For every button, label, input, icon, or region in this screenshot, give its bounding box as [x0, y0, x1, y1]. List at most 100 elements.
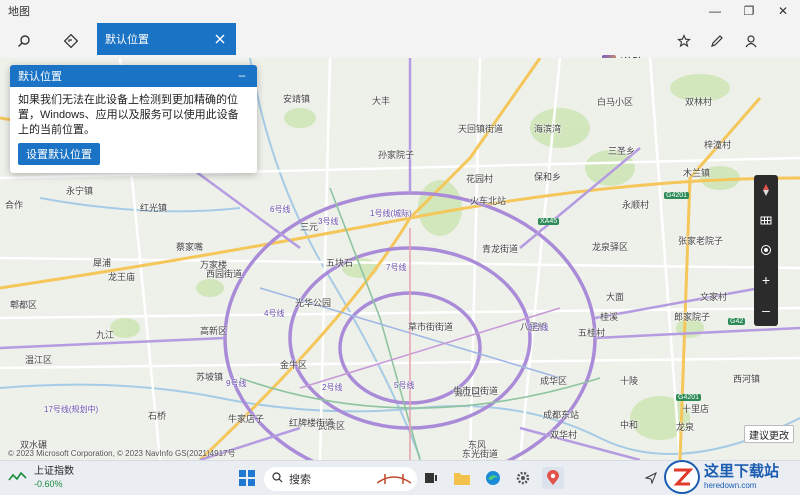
map-label: 青龙街道 [482, 244, 519, 254]
panel-header: 默认位置 – [10, 65, 257, 87]
road-label: 8号线 [528, 323, 549, 332]
copyright-text: © 2023 Microsoft Corporation, © 2023 Nav… [8, 449, 236, 458]
panel-title: 默认位置 [18, 71, 62, 83]
map-label: 五块石 [326, 258, 354, 268]
map-label: 双林村 [685, 97, 713, 107]
map-label: 文家村 [700, 292, 728, 302]
map-label: 红牌楼街道 [289, 418, 335, 428]
suggest-edit-button[interactable]: 建议更改 [744, 425, 794, 443]
directions-icon[interactable] [59, 29, 83, 53]
map-label: 郎家院子 [674, 312, 711, 322]
road-label: 5号线 [394, 381, 415, 390]
map-label: 十陵 [620, 376, 639, 386]
map-label: 花园村 [466, 174, 494, 184]
bridge-illustration-icon [376, 471, 412, 488]
clear-search-icon[interactable] [210, 29, 230, 49]
map-label: 中和 [620, 420, 639, 430]
stock-widget[interactable]: 上证指数 -0.60% [8, 466, 74, 490]
road-label: 4号线 [264, 309, 285, 318]
highway-shield: G4201 [664, 192, 690, 199]
map-label: 双华村 [550, 430, 578, 440]
start-icon[interactable] [236, 467, 258, 489]
map-label: 龙泉 [676, 422, 695, 432]
map-label: 海滨湾 [534, 124, 562, 134]
favorites-icon[interactable] [672, 29, 696, 53]
maps-app-icon[interactable] [542, 467, 564, 489]
stock-chart-icon [8, 470, 28, 487]
window-title: 地图 [8, 6, 30, 18]
edge-icon[interactable] [482, 467, 504, 489]
locate-icon[interactable] [754, 235, 778, 265]
map-label: 天回镇街道 [458, 124, 504, 134]
map-label: 永顺村 [622, 200, 650, 210]
map-label: 桂溪 [600, 312, 619, 322]
map-label: 三圣乡 [608, 146, 636, 156]
map-label: 苏坡镇 [196, 372, 224, 382]
map-label: 金牛区 [280, 360, 308, 370]
collapse-icon[interactable]: – [235, 68, 249, 82]
highway-shield: XA45 [538, 218, 560, 225]
layers-icon[interactable] [754, 205, 778, 235]
compass-icon[interactable] [754, 175, 778, 205]
set-default-location-button[interactable]: 设置默认位置 [18, 143, 100, 165]
search-value: 默认位置 [105, 34, 149, 46]
map-label: 龙泉驿区 [592, 242, 629, 252]
map-label: 木兰镇 [683, 168, 711, 178]
map-label: 成华区 [540, 376, 568, 386]
highway-shield: G4201 [676, 394, 702, 401]
watermark-title: 这里下载站 [704, 462, 780, 480]
map-label: 五桂村 [578, 328, 606, 338]
panel-body: 如果我们无法在此设备上检测到更加精确的位置，Windows、应用以及服务可以使用… [18, 94, 239, 136]
map-label: 温江区 [25, 355, 53, 365]
map-controls: + – [754, 175, 778, 326]
map-label: 草市街街道 [408, 322, 454, 332]
search-box[interactable]: 默认位置 [97, 23, 236, 55]
map-label: 张家老院子 [678, 236, 724, 246]
title-bar: 地图 — ❐ ✕ [0, 0, 800, 22]
map-label: 成都东站 [543, 410, 580, 420]
road-label: 6号线 [270, 205, 291, 214]
map-label: 光华公园 [295, 298, 332, 308]
map-label: 郫都区 [10, 300, 38, 310]
map-label: 高新区 [200, 326, 228, 336]
stock-name: 上证指数 [34, 466, 74, 477]
map-label: 犀浦 [93, 258, 112, 268]
zoom-in-icon[interactable]: + [754, 265, 778, 295]
map-label: 牛市口街道 [453, 386, 499, 396]
window-buttons: — ❐ ✕ [698, 0, 800, 22]
map-label: 西河镇 [733, 374, 761, 384]
settings-icon[interactable] [512, 467, 534, 489]
map-label: 大面 [606, 292, 625, 302]
map-label: 红光镇 [140, 203, 168, 213]
ink-icon[interactable] [705, 29, 729, 53]
map-label: 西园街道 [206, 269, 243, 279]
map-label: 石桥 [148, 411, 167, 421]
user-icon[interactable] [739, 29, 763, 53]
road-label: 2号线 [322, 383, 343, 392]
map-label: 火车北站 [470, 196, 507, 206]
close-window-button[interactable]: ✕ [766, 0, 800, 22]
send-arrow-icon[interactable] [640, 467, 662, 489]
maximize-button[interactable]: ❐ [732, 0, 766, 22]
road-label: 17号线(规划中) [44, 405, 99, 414]
map-label: 保和乡 [534, 172, 562, 182]
zoom-out-icon[interactable]: – [754, 295, 778, 325]
map-label: 蔡家嘴 [176, 242, 204, 252]
taskbar-search[interactable]: 搜索 [264, 467, 417, 491]
task-view-icon[interactable] [420, 467, 442, 489]
minimize-button[interactable]: — [698, 0, 732, 22]
map-label: 牛家店子 [228, 414, 265, 424]
road-label: 3号线 [318, 217, 339, 226]
taskbar-search-placeholder: 搜索 [289, 474, 311, 486]
search-icon[interactable] [12, 29, 36, 53]
road-label: 1号线(城际) [370, 209, 412, 218]
map-label: 大丰 [372, 96, 391, 106]
map-label: 三元 [300, 222, 319, 232]
map-label: 九江 [96, 330, 115, 340]
watermark: 这里下载站 heredown.com [664, 458, 800, 495]
file-explorer-icon[interactable] [451, 467, 473, 489]
map-label: 合作 [5, 200, 24, 210]
watermark-url: heredown.com [704, 480, 757, 490]
watermark-logo [664, 459, 700, 494]
map-label: 永宁镇 [66, 186, 94, 196]
